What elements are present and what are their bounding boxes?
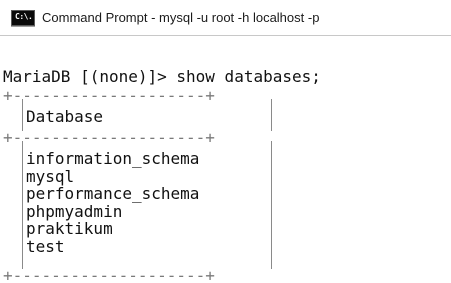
- table-border-mid: +--------------------+: [3, 128, 215, 147]
- title-bar[interactable]: C:\. Command Prompt - mysql -u root -h l…: [0, 0, 451, 36]
- console-output[interactable]: MariaDB [(none)]> show databases; +-----…: [0, 37, 451, 283]
- table-border-top: +--------------------+: [3, 86, 215, 105]
- table-border-bottom: +--------------------+: [3, 266, 215, 283]
- command-prompt-window: C:\. Command Prompt - mysql -u root -h l…: [0, 0, 451, 283]
- cmd-icon[interactable]: C:\.: [11, 10, 35, 26]
- table-row: phpmyadmin: [26, 201, 123, 221]
- window-title: Command Prompt - mysql -u root -h localh…: [42, 10, 320, 25]
- table-row: performance_schema: [26, 184, 200, 204]
- table-row: mysql: [26, 166, 75, 186]
- database-list: information_schema mysql performance_sch…: [26, 150, 199, 256]
- cmd-icon-label: C:\.: [15, 12, 33, 21]
- table-right-border-header: [271, 99, 272, 131]
- table-right-border-rows: [271, 141, 272, 269]
- table-left-border-header: [22, 99, 23, 131]
- table-row: praktikum: [26, 219, 113, 239]
- table-header-database: Database: [26, 107, 104, 126]
- table-row: test: [26, 236, 65, 256]
- table-row: information_schema: [26, 149, 200, 168]
- table-left-border-rows: [22, 141, 23, 269]
- prompt-command-line: MariaDB [(none)]> show databases;: [3, 67, 321, 86]
